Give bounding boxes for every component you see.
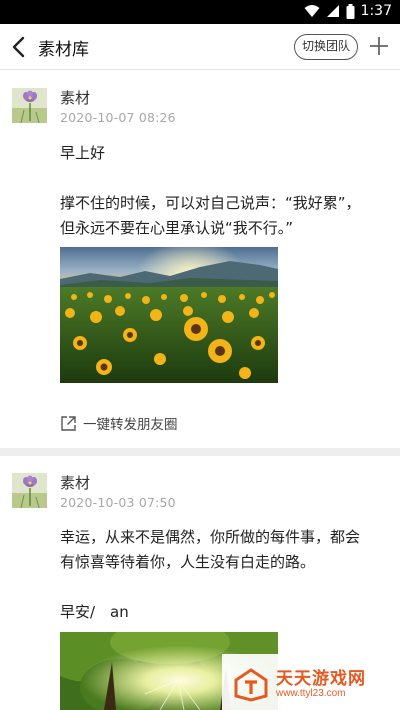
post-author: 素材 xyxy=(60,89,91,107)
lavender-avatar-image xyxy=(12,473,47,508)
wifi-icon xyxy=(304,5,320,17)
post-time: 2020-10-03 07:50 xyxy=(60,495,176,510)
status-icons: 1:37 xyxy=(304,3,392,19)
post-time: 2020-10-07 08:26 xyxy=(60,110,176,125)
battery-icon xyxy=(346,3,355,19)
avatar[interactable] xyxy=(12,88,47,123)
sunflower-field-photo xyxy=(60,247,278,383)
external-share-icon xyxy=(61,415,76,431)
post-card: 素材 2020-10-07 08:26 早上好 撑不住的时候，可以对自己说声：“… xyxy=(0,70,400,448)
avatar[interactable] xyxy=(12,473,47,508)
plus-icon[interactable] xyxy=(368,35,390,57)
chevron-left-icon[interactable] xyxy=(8,35,30,59)
page-title: 素材库 xyxy=(38,40,89,60)
site-watermark: 天天游戏网 www.ttyl23.com xyxy=(222,654,400,710)
app-bar: 素材库 切换团队 xyxy=(0,24,400,70)
signal-icon xyxy=(326,5,339,17)
post-image[interactable] xyxy=(60,247,278,383)
switch-team-button[interactable]: 切换团队 xyxy=(294,34,359,60)
post-text: 早上好 撑不住的时候，可以对自己说声：“我好累”， 但永远不要在心里承认说“我不… xyxy=(60,144,361,237)
watermark-url: www.ttyl23.com xyxy=(276,688,346,699)
post-author: 素材 xyxy=(60,474,91,492)
status-bar: 1:37 xyxy=(0,0,400,24)
share-to-moments-button[interactable]: 一键转发朋友圈 xyxy=(60,413,178,433)
post-divider xyxy=(0,448,400,456)
watermark-title: 天天游戏网 xyxy=(276,669,366,689)
watermark-logo-icon xyxy=(234,668,268,702)
share-label: 一键转发朋友圈 xyxy=(83,417,178,433)
lavender-avatar-image xyxy=(12,88,47,123)
status-time: 1:37 xyxy=(360,3,392,19)
post-text: 幸运，从来不是偶然，你所做的每件事，都会 有惊喜等待着你，人生没有白走的路。 早… xyxy=(60,528,361,621)
